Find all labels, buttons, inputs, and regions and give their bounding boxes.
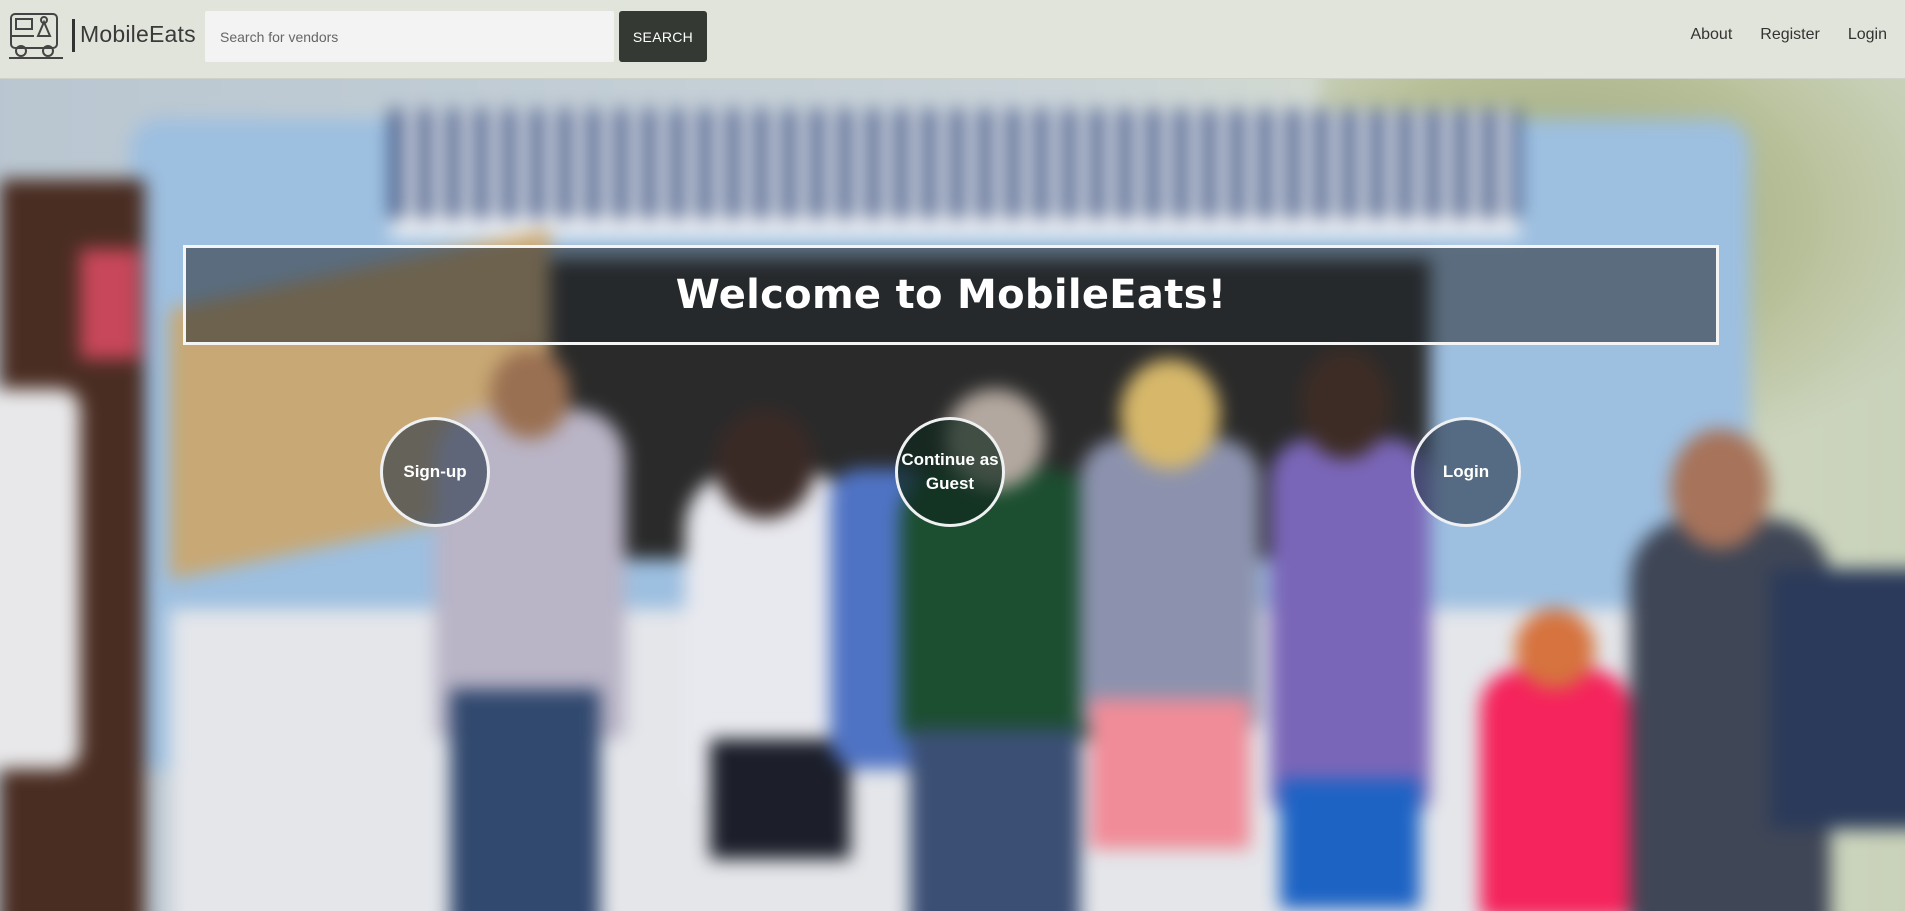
nav-link-about[interactable]: About <box>1690 26 1732 44</box>
food-truck-icon[interactable] <box>8 8 64 62</box>
search-button[interactable]: SEARCH <box>619 11 707 62</box>
top-navbar: MobileEats SEARCH About Register Login <box>0 0 1905 79</box>
nav-link-login[interactable]: Login <box>1848 26 1887 44</box>
signup-button[interactable]: Sign-up <box>380 417 490 527</box>
brand-divider <box>72 19 75 52</box>
login-button[interactable]: Login <box>1411 417 1521 527</box>
welcome-title: Welcome to MobileEats! <box>675 272 1227 318</box>
nav-link-register[interactable]: Register <box>1760 26 1820 44</box>
landing-page: MobileEats SEARCH About Register Login <box>0 0 1905 911</box>
welcome-banner: Welcome to MobileEats! <box>183 245 1719 345</box>
brand-name[interactable]: MobileEats <box>80 21 196 48</box>
search-input[interactable] <box>205 11 614 62</box>
nav-links: About Register Login <box>1662 26 1887 44</box>
hero-section: Welcome to MobileEats! Sign-up Continue … <box>0 79 1905 911</box>
continue-as-guest-button[interactable]: Continue as Guest <box>895 417 1005 527</box>
